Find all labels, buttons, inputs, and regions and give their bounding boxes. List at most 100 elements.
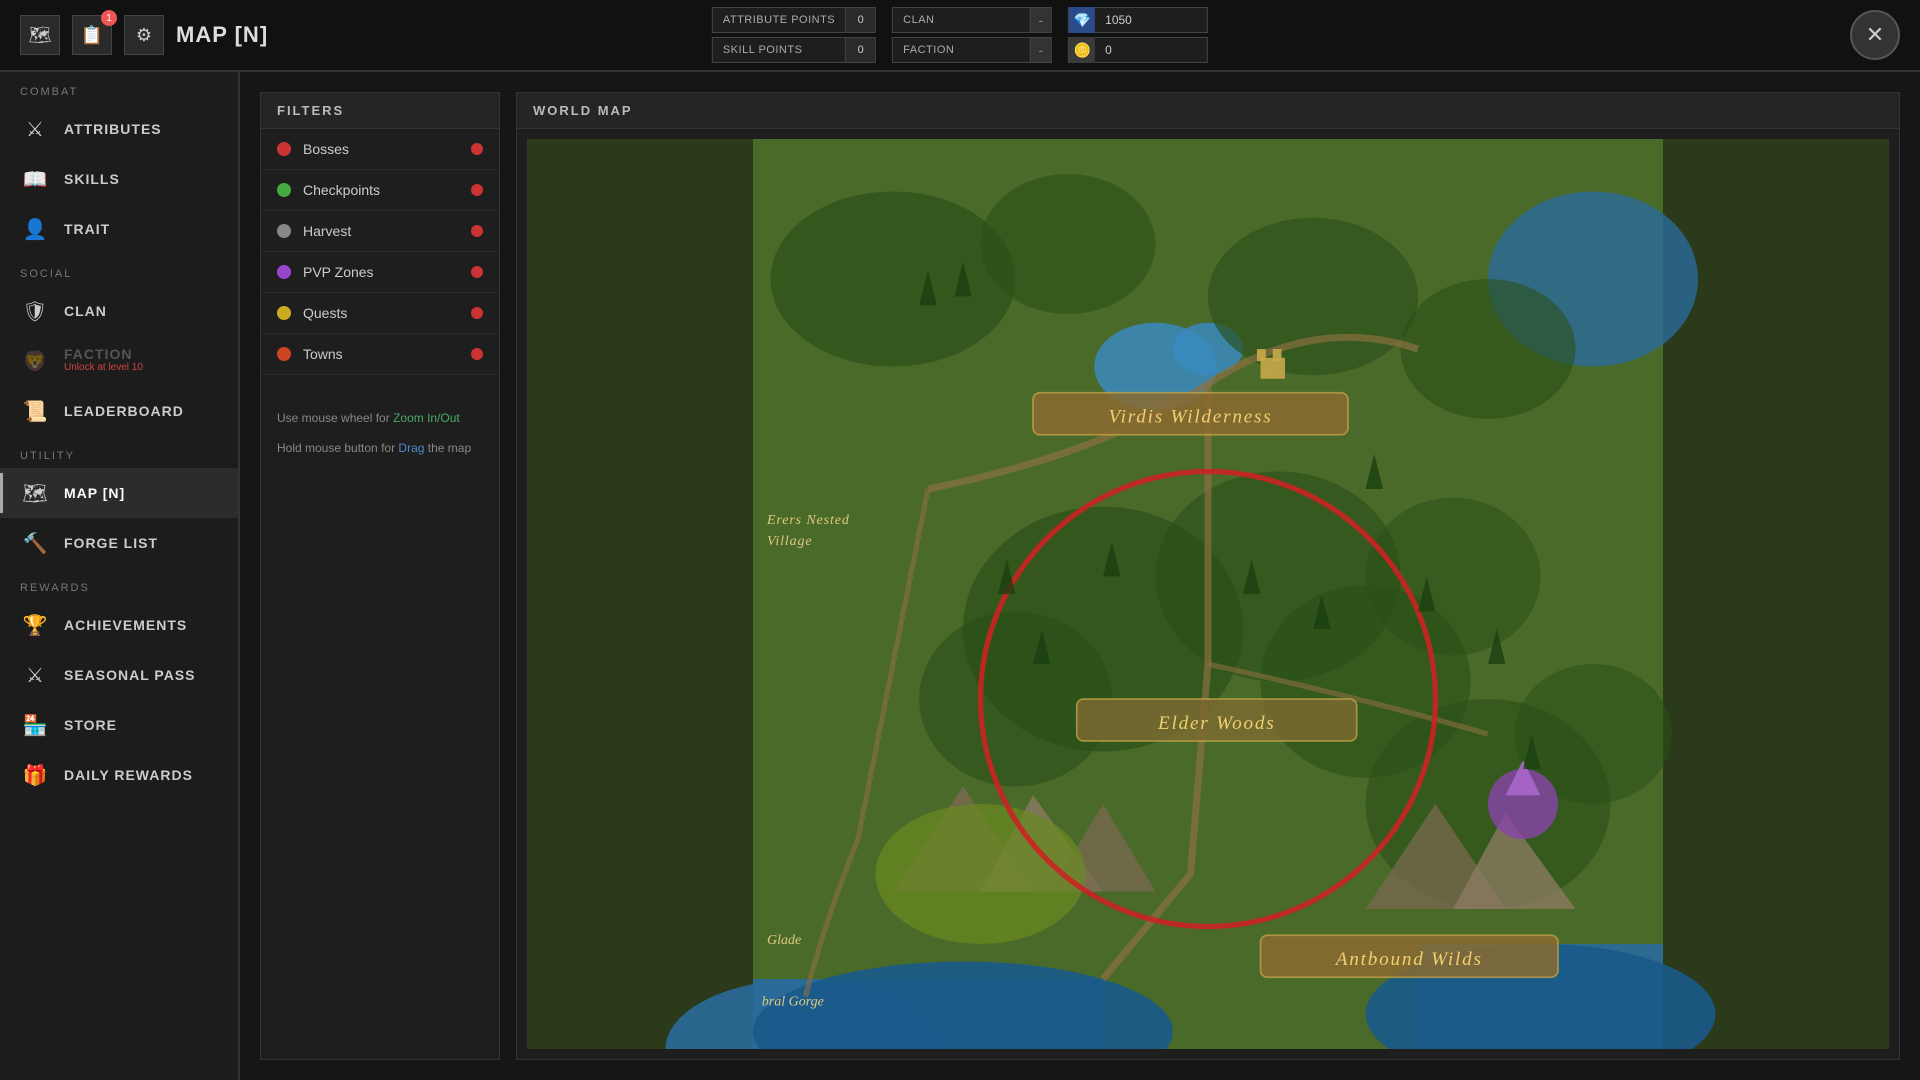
sidebar-map-label: MAP [N] <box>64 485 125 501</box>
attribute-points-value: 0 <box>845 8 875 32</box>
filter-bosses[interactable]: Bosses <box>261 129 499 170</box>
towns-label: Towns <box>303 346 459 362</box>
sidebar-item-leaderboard[interactable]: 📜 LEADERBOARD <box>0 386 238 436</box>
coin-icon: 🪙 <box>1069 37 1095 63</box>
filter-checkpoints[interactable]: Checkpoints <box>261 170 499 211</box>
filter-quests[interactable]: Quests <box>261 293 499 334</box>
harvest-dot <box>277 224 291 238</box>
sidebar-item-forgelist[interactable]: 🔨 FORGE LIST <box>0 518 238 568</box>
pvp-dot <box>277 265 291 279</box>
map-icon-btn[interactable]: 🗺 <box>20 15 60 55</box>
bosses-label: Bosses <box>303 141 459 157</box>
sidebar-item-trait[interactable]: 👤 TRAIT <box>0 204 238 254</box>
sidebar: COMBAT ⚔ ATTRIBUTES 📖 SKILLS 👤 TRAIT SOC… <box>0 72 240 1080</box>
filter-towns[interactable]: Towns <box>261 334 499 375</box>
towns-badge <box>471 348 483 360</box>
filter-harvest[interactable]: Harvest <box>261 211 499 252</box>
filters-bottom: Use mouse wheel for Zoom In/Out Hold mou… <box>261 375 499 1059</box>
svg-text:Village: Village <box>767 534 813 549</box>
sidebar-item-clan[interactable]: 🛡 CLAN <box>0 286 238 336</box>
harvest-badge <box>471 225 483 237</box>
sidebar-item-achievements[interactable]: 🏆 ACHIEVEMENTS <box>0 600 238 650</box>
clan-btn[interactable]: - <box>1029 8 1051 32</box>
store-icon: 🏪 <box>20 710 50 740</box>
sidebar-store-label: STORE <box>64 717 117 733</box>
stat-group: ATTRIBUTE POINTS 0 SKILL POINTS 0 <box>712 7 876 63</box>
skill-points-value: 0 <box>845 38 875 62</box>
section-combat-label: COMBAT <box>0 72 238 104</box>
bosses-badge <box>471 143 483 155</box>
faction-row: FACTION - <box>892 37 1052 63</box>
sidebar-faction-label: FACTION <box>64 346 143 362</box>
quests-badge <box>471 307 483 319</box>
zoom-hint-prefix: Use mouse wheel for <box>277 411 393 425</box>
seasonal-icon: ⚔ <box>20 660 50 690</box>
page-title: MAP [N] <box>176 22 268 48</box>
checkpoints-dot <box>277 183 291 197</box>
sidebar-item-seasonal[interactable]: ⚔ SEASONAL PASS <box>0 650 238 700</box>
sidebar-trait-label: TRAIT <box>64 221 110 237</box>
top-bar-left: 🗺 📋 1 ⚙ MAP [N] <box>20 15 268 55</box>
achievements-icon: 🏆 <box>20 610 50 640</box>
towns-dot <box>277 347 291 361</box>
sidebar-item-skills[interactable]: 📖 SKILLS <box>0 154 238 204</box>
sidebar-daily-label: DAILY REWARDS <box>64 767 193 783</box>
svg-text:bral Gorge: bral Gorge <box>762 994 824 1009</box>
sidebar-forge-label: FORGE LIST <box>64 535 158 551</box>
leaderboard-icon: 📜 <box>20 396 50 426</box>
right-area: FILTERS Bosses Checkpoints Harvest <box>240 72 1920 1080</box>
panels-row: FILTERS Bosses Checkpoints Harvest <box>260 92 1900 1060</box>
quests-dot <box>277 306 291 320</box>
svg-text:Glade: Glade <box>767 933 801 948</box>
sidebar-item-store[interactable]: 🏪 STORE <box>0 700 238 750</box>
top-bar-center: ATTRIBUTE POINTS 0 SKILL POINTS 0 CLAN -… <box>712 7 1208 63</box>
filter-pvp[interactable]: PVP Zones <box>261 252 499 293</box>
sidebar-item-attributes[interactable]: ⚔ ATTRIBUTES <box>0 104 238 154</box>
daily-icon: 🎁 <box>20 760 50 790</box>
drag-hint-action: Drag <box>398 441 424 455</box>
top-bar-right: ✕ <box>1850 10 1900 60</box>
checkpoints-label: Checkpoints <box>303 182 459 198</box>
svg-text:Elder Woods: Elder Woods <box>1157 713 1275 734</box>
sidebar-achievements-label: ACHIEVEMENTS <box>64 617 187 633</box>
settings-icon-btn[interactable]: ⚙ <box>124 15 164 55</box>
gem-icon: 💎 <box>1069 7 1095 33</box>
svg-text:Virdis Wilderness: Virdis Wilderness <box>1109 407 1273 428</box>
map-image[interactable]: Virdis Wilderness Elder Woods <box>527 139 1889 1049</box>
sidebar-item-dailyrewards[interactable]: 🎁 DAILY REWARDS <box>0 750 238 800</box>
gem-value: 1050 <box>1095 13 1142 27</box>
bosses-dot <box>277 142 291 156</box>
clan-faction-group: CLAN - FACTION - <box>892 7 1052 63</box>
sidebar-item-map[interactable]: 🗺 MAP [N] <box>0 468 238 518</box>
forge-icon: 🔨 <box>20 528 50 558</box>
sidebar-clan-label: CLAN <box>64 303 107 319</box>
map-icon: 🗺 <box>29 25 52 46</box>
sidebar-leaderboard-label: LEADERBOARD <box>64 403 184 419</box>
map-svg: Virdis Wilderness Elder Woods <box>527 139 1889 1049</box>
faction-unlock-text: Unlock at level 10 <box>64 362 143 373</box>
attribute-points-row: ATTRIBUTE POINTS 0 <box>712 7 876 33</box>
close-button[interactable]: ✕ <box>1850 10 1900 60</box>
attribute-points-label: ATTRIBUTE POINTS <box>713 14 845 26</box>
currency-group: 💎 1050 🪙 0 <box>1068 7 1208 63</box>
zoom-hint: Use mouse wheel for Zoom In/Out <box>277 411 483 425</box>
quest-icon-btn[interactable]: 📋 1 <box>72 15 112 55</box>
world-map-panel: WORLD MAP <box>516 92 1900 1060</box>
coin-value: 0 <box>1095 43 1122 57</box>
zoom-hint-action: Zoom In/Out <box>393 411 460 425</box>
pvp-badge <box>471 266 483 278</box>
skill-points-label: SKILL POINTS <box>713 44 845 56</box>
quest-badge: 1 <box>101 10 117 26</box>
map-container[interactable]: Virdis Wilderness Elder Woods <box>517 129 1899 1059</box>
faction-btn[interactable]: - <box>1029 38 1051 62</box>
section-utility-label: UTILITY <box>0 436 238 468</box>
filters-panel: FILTERS Bosses Checkpoints Harvest <box>260 92 500 1060</box>
harvest-label: Harvest <box>303 223 459 239</box>
clan-row: CLAN - <box>892 7 1052 33</box>
section-social-label: SOCIAL <box>0 254 238 286</box>
settings-icon: ⚙ <box>136 25 152 46</box>
faction-nav-icon: 🦁 <box>20 346 50 376</box>
quest-icon: 📋 <box>81 25 103 46</box>
sidebar-item-faction[interactable]: 🦁 FACTION Unlock at level 10 <box>0 336 238 386</box>
clan-icon: 🛡 <box>20 296 50 326</box>
